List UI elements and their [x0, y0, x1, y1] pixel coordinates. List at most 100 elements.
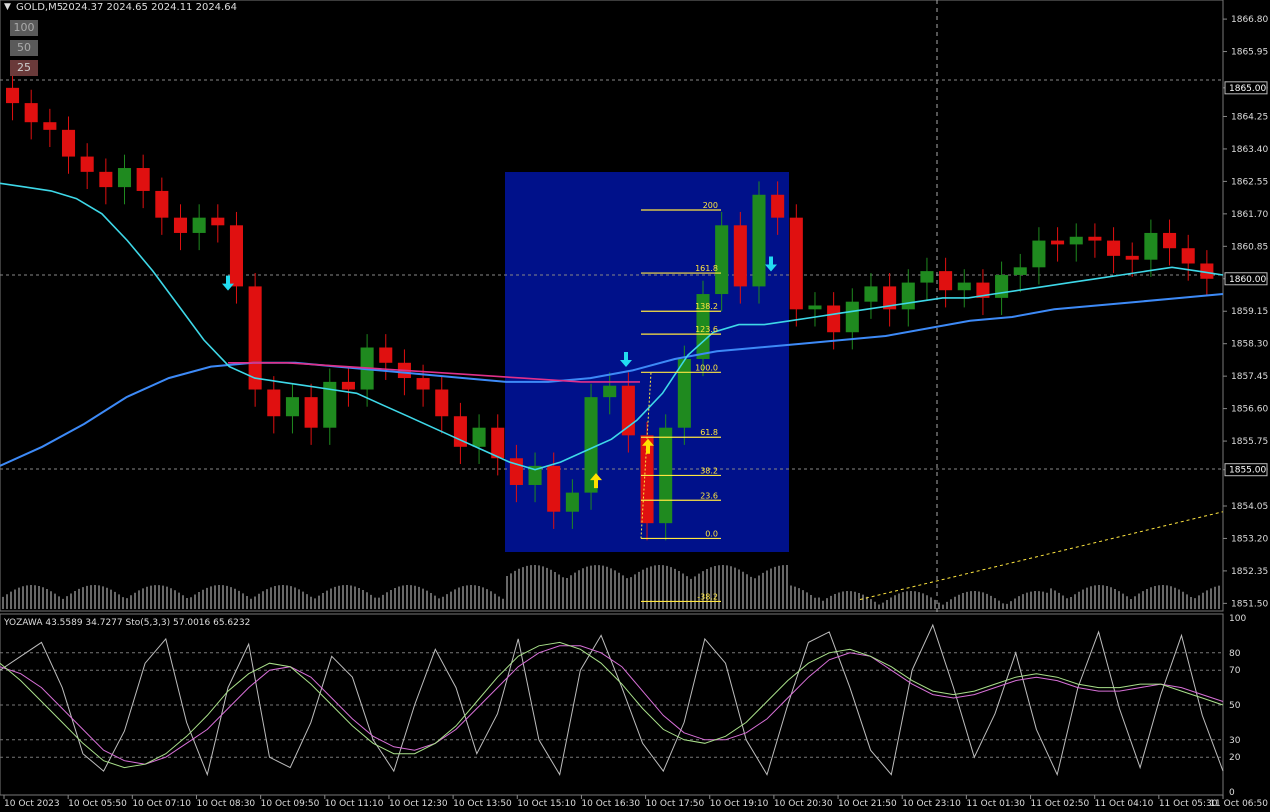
candle-body: [80, 156, 94, 172]
candle-body: [211, 217, 225, 226]
zoom-100-button[interactable]: 100: [10, 20, 38, 36]
oscillator-tick-label: 100: [1229, 614, 1246, 624]
ohlc-values: 2024.37 2024.65 2024.11 2024.64: [62, 2, 237, 13]
fib-level-label: 138.2: [695, 302, 718, 311]
time-tick-label: 10 Oct 09:50: [261, 799, 320, 809]
fib-level-label: 200: [703, 201, 718, 210]
price-axis: 1866.80 1865.95 1865.00 1864.25 1863.40 1862.…: [1223, 15, 1268, 609]
price-tick-label: 1854.05: [1231, 502, 1268, 512]
candle-body: [267, 389, 281, 417]
candle-body: [1125, 255, 1139, 260]
time-tick-label: 10 Oct 19:10: [710, 799, 769, 809]
candle-body: [117, 168, 132, 188]
fib-level-label: -38.2: [697, 592, 718, 601]
candle-body: [864, 286, 878, 302]
candle-body: [1013, 267, 1027, 275]
candle-body: [192, 217, 206, 233]
candle-body: [1163, 232, 1177, 249]
candle-body: [733, 225, 747, 287]
fib-level-label: 123.6: [695, 325, 718, 334]
time-tick-label: 10 Oct 17:50: [646, 799, 705, 809]
time-tick-label: 10 Oct 11:10: [325, 799, 384, 809]
candle-body: [43, 122, 57, 130]
price-tick-label: 1863.40: [1231, 145, 1268, 155]
candle-body: [155, 190, 169, 218]
time-tick-label: 11 Oct 02:50: [1031, 799, 1090, 809]
candle-body: [1051, 240, 1065, 245]
time-tick-label: 10 Oct 21:50: [838, 799, 897, 809]
price-tag-label: 1855.00: [1229, 466, 1266, 476]
candle-body: [173, 217, 188, 233]
candle-body: [939, 271, 953, 291]
oscillator-axis: 100 80 70 50 30 20 0: [1229, 614, 1246, 798]
price-tick-label: 1861.70: [1231, 210, 1268, 220]
price-tick-label: 1859.15: [1231, 307, 1268, 317]
time-axis: 10 Oct 2023 10 Oct 05:50 10 Oct 07:10 10 Oc…: [3, 795, 1268, 809]
price-tick-label: 1857.45: [1231, 372, 1268, 382]
oscillator-tick-label: 70: [1229, 666, 1241, 676]
oscillator-tick-label: 50: [1229, 701, 1241, 711]
time-tick-label: 11 Oct 01:30: [966, 799, 1025, 809]
time-tick-label: 10 Oct 12:30: [389, 799, 448, 809]
candle-body: [752, 194, 766, 287]
candle-body: [285, 397, 299, 417]
time-tick-label: 10 Oct 2023: [4, 799, 60, 809]
candle-body: [472, 427, 486, 447]
candle-body: [341, 381, 355, 390]
price-tick-label: 1865.95: [1231, 48, 1268, 58]
candle-body: [229, 225, 244, 287]
price-tags: 1865.00 1860.00 1855.00: [1224, 81, 1268, 477]
candle-body: [1181, 248, 1195, 264]
candle-body: [621, 385, 635, 436]
fib-level-label: 23.6: [700, 491, 718, 500]
fib-level-label: 161.8: [695, 264, 718, 273]
time-tick-label: 10 Oct 20:30: [774, 799, 833, 809]
time-tick-label: 10 Oct 16:30: [581, 799, 640, 809]
price-tick-label: 1852.35: [1231, 567, 1268, 577]
candle-body: [920, 271, 934, 283]
candle-body: [1088, 236, 1102, 241]
oscillator-tick-label: 20: [1229, 753, 1241, 763]
trading-chart: 200 161.8 138.2 123.6 100.0 61.8 38.2 23.6 0.0 -3…: [0, 0, 1270, 812]
price-tick-label: 1853.20: [1231, 534, 1268, 544]
candle-body: [995, 274, 1009, 298]
price-tick-label: 1866.80: [1231, 15, 1268, 25]
candle-body: [789, 217, 803, 310]
symbol-label: GOLD,M5: [16, 2, 63, 13]
zoom-25-button[interactable]: 25: [10, 60, 38, 76]
candle-body: [379, 347, 393, 363]
candle-body: [603, 385, 617, 398]
candle-body: [677, 358, 691, 428]
candle-body: [565, 492, 579, 512]
chart-canvas[interactable]: 200161.8138.2123.6100.061.838.223.60.0-3…: [0, 0, 1270, 812]
candle-body: [136, 168, 150, 191]
price-tick-label: 1855.75: [1231, 437, 1268, 447]
candle-body: [416, 378, 430, 390]
price-tick-label: 1864.25: [1231, 112, 1268, 122]
oscillator-tick-label: 30: [1229, 736, 1241, 746]
time-tick-label: 10 Oct 13:50: [453, 799, 512, 809]
menu-arrow-icon[interactable]: ▼: [4, 2, 11, 12]
candle-body: [491, 427, 505, 459]
candle-body: [6, 87, 20, 104]
candle-body: [715, 225, 729, 295]
candle-body: [248, 286, 262, 390]
fib-level-label: 61.8: [700, 428, 718, 437]
price-tick-label: 1858.30: [1231, 340, 1268, 350]
time-tick-label: 10 Oct 23:10: [902, 799, 961, 809]
candle-body: [1069, 236, 1083, 245]
candle-body: [99, 171, 113, 188]
candle-body: [24, 103, 38, 123]
time-tick-label: 10 Oct 08:30: [196, 799, 255, 809]
fib-level-label: 38.2: [700, 466, 718, 475]
candle-body: [1032, 240, 1046, 268]
time-tick-label: 10 Oct 15:10: [517, 799, 576, 809]
candle-body: [845, 301, 859, 333]
zoom-50-button[interactable]: 50: [10, 40, 38, 56]
time-tick-label: 10 Oct 07:10: [132, 799, 191, 809]
candle-body: [547, 465, 561, 512]
price-tick-label: 1851.50: [1231, 599, 1268, 609]
price-tag-label: 1860.00: [1229, 275, 1266, 285]
candle-body: [901, 282, 915, 310]
candle-body: [1144, 232, 1158, 260]
